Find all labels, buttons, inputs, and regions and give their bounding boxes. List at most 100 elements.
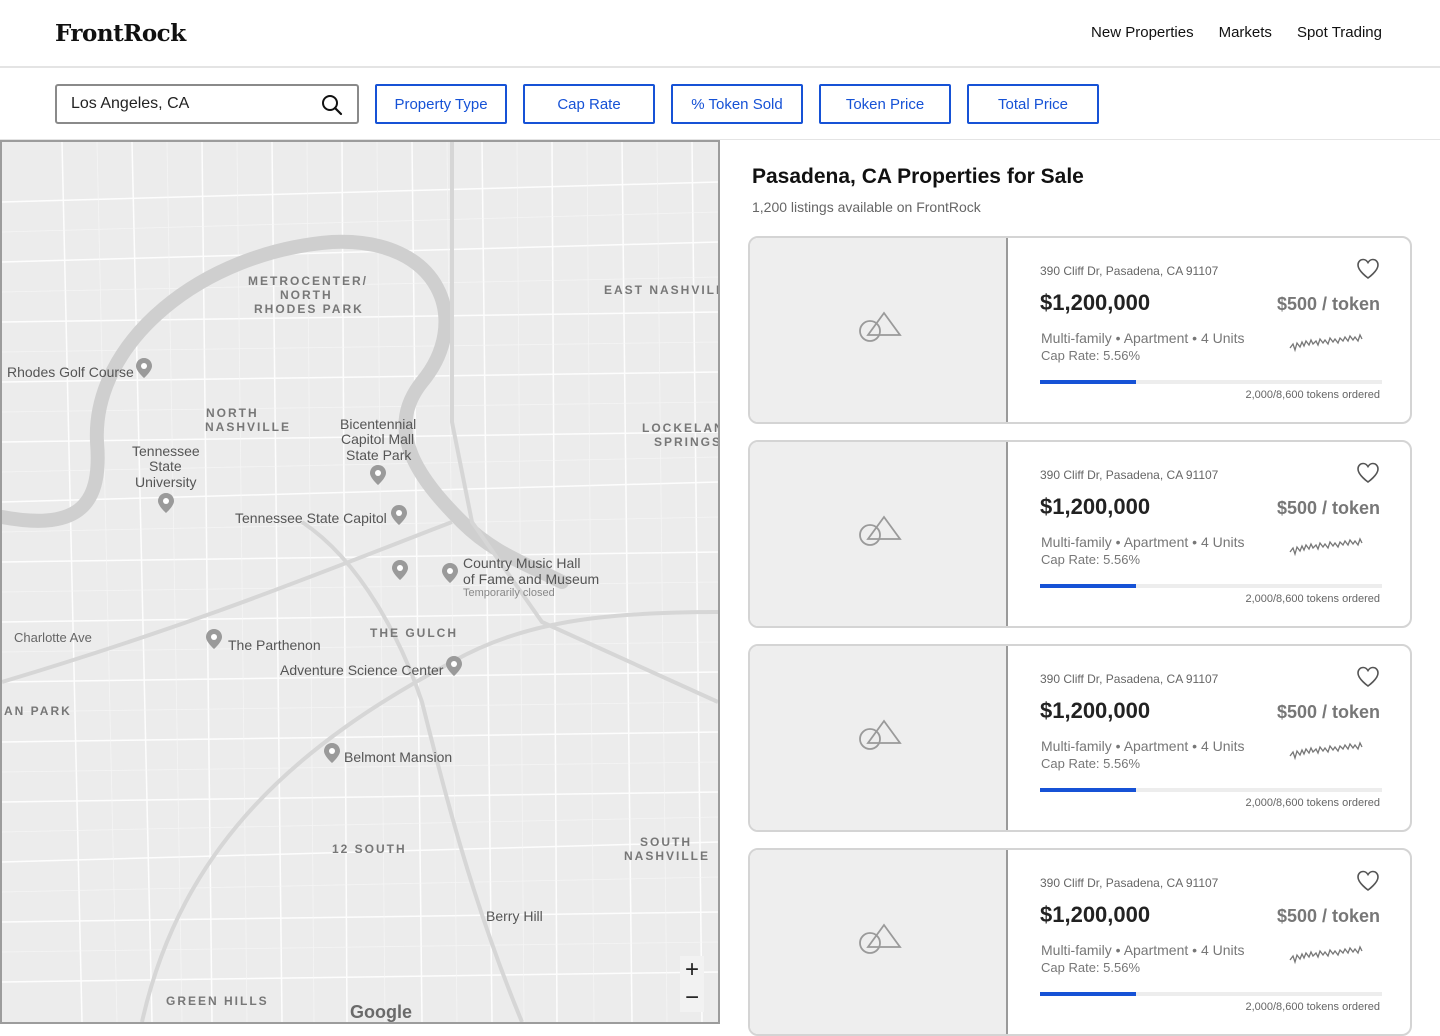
- map-view[interactable]: METROCENTER/ NORTH RHODES PARK NORTH NAS…: [0, 140, 720, 1024]
- listing-address: 390 Cliff Dr, Pasadena, CA 91107: [1040, 468, 1219, 482]
- heart-icon[interactable]: [1356, 666, 1380, 688]
- heart-icon[interactable]: [1356, 870, 1380, 892]
- heart-icon[interactable]: [1356, 258, 1380, 280]
- map-label-area: 12 SOUTH: [332, 842, 407, 856]
- nav-new-properties[interactable]: New Properties: [1091, 24, 1194, 41]
- map-poi[interactable]: Country Music Hall: [463, 555, 580, 571]
- filter-token-sold-button[interactable]: % Token Sold: [671, 84, 803, 124]
- map-poi[interactable]: Bicentennial: [340, 416, 416, 432]
- map-pin-icon[interactable]: [446, 656, 462, 676]
- map-poi[interactable]: Berry Hill: [486, 908, 543, 924]
- token-progress-bar: [1040, 788, 1382, 792]
- token-progress-bar: [1040, 380, 1382, 384]
- results-count: 1,200 listings available on FrontRock: [752, 199, 981, 215]
- map-poi[interactable]: of Fame and Museum: [463, 571, 599, 587]
- zoom-in-button[interactable]: +: [680, 956, 704, 984]
- listing-address: 390 Cliff Dr, Pasadena, CA 91107: [1040, 264, 1219, 278]
- listing-thumbnail[interactable]: [750, 646, 1008, 830]
- listing-meta: Multi-family • Apartment • 4 Units: [1041, 942, 1245, 958]
- image-placeholder-icon: [859, 311, 902, 342]
- map-poi[interactable]: Adventure Science Center: [280, 662, 443, 678]
- token-progress-fill: [1040, 992, 1136, 996]
- map-poi[interactable]: State Park: [346, 447, 411, 463]
- listing-thumbnail[interactable]: [750, 850, 1008, 1034]
- map-pin-icon[interactable]: [136, 358, 152, 378]
- map-poi[interactable]: The Parthenon: [228, 637, 321, 653]
- map-poi[interactable]: Capitol Mall: [341, 431, 414, 447]
- listing-token-price: $500 / token: [1276, 294, 1380, 314]
- map-pin-icon[interactable]: [158, 493, 174, 513]
- map-poi[interactable]: State: [149, 458, 182, 474]
- map-zoom-controls: + −: [680, 956, 704, 1012]
- sparkline-icon: [1289, 537, 1363, 557]
- map-street-label: Charlotte Ave: [14, 630, 92, 645]
- nav-spot-trading[interactable]: Spot Trading: [1297, 24, 1382, 41]
- listing-price: $1,200,000: [1040, 698, 1151, 723]
- map-label-area: EAST NASHVILL: [604, 283, 720, 297]
- listing-tokens-ordered: 2,000/8,600 tokens ordered: [1245, 797, 1380, 809]
- listing-thumbnail[interactable]: [750, 238, 1008, 422]
- listing-token-price: $500 / token: [1276, 702, 1380, 722]
- map-poi[interactable]: Tennessee State Capitol: [235, 510, 387, 526]
- filter-total-price-button[interactable]: Total Price: [967, 84, 1099, 124]
- listing-price: $1,200,000: [1040, 290, 1151, 315]
- listing-cap-rate: Cap Rate: 5.56%: [1041, 348, 1141, 363]
- map-attribution: Google: [350, 1002, 412, 1022]
- listing-card[interactable]: 390 Cliff Dr, Pasadena, CA 91107 $1,200,…: [748, 440, 1412, 628]
- image-placeholder-icon: [859, 923, 902, 954]
- listing-cap-rate: Cap Rate: 5.56%: [1041, 756, 1141, 771]
- logo[interactable]: FrontRock: [55, 20, 186, 47]
- sparkline-icon: [1289, 333, 1363, 353]
- map-poi[interactable]: Belmont Mansion: [344, 749, 452, 765]
- map-label-area: GREEN HILLS: [166, 994, 269, 1008]
- map-label-area: THE GULCH: [370, 626, 458, 640]
- map-pin-icon[interactable]: [370, 465, 386, 485]
- heart-icon[interactable]: [1356, 462, 1380, 484]
- map-label-area: SOUTH: [640, 835, 692, 849]
- listing-tokens-ordered: 2,000/8,600 tokens ordered: [1245, 1001, 1380, 1013]
- listing-tokens-ordered: 2,000/8,600 tokens ordered: [1245, 389, 1380, 401]
- search-icon[interactable]: [321, 94, 343, 116]
- listing-card[interactable]: 390 Cliff Dr, Pasadena, CA 91107 $1,200,…: [748, 848, 1412, 1036]
- filter-bar: Property Type Cap Rate % Token Sold Toke…: [0, 68, 1440, 140]
- map-poi[interactable]: Rhodes Golf Course: [7, 364, 134, 380]
- token-progress-fill: [1040, 788, 1136, 792]
- listing-card[interactable]: 390 Cliff Dr, Pasadena, CA 91107 $1,200,…: [748, 236, 1412, 424]
- map-pin-icon[interactable]: [442, 563, 458, 583]
- image-placeholder-icon: [859, 719, 902, 750]
- location-search-input[interactable]: [71, 93, 311, 115]
- map-poi-note: Temporarily closed: [463, 587, 555, 599]
- nav-markets[interactable]: Markets: [1219, 24, 1272, 41]
- listing-thumbnail[interactable]: [750, 442, 1008, 626]
- listing-price: $1,200,000: [1040, 902, 1151, 927]
- listing-meta: Multi-family • Apartment • 4 Units: [1041, 738, 1245, 754]
- results-title: Pasadena, CA Properties for Sale: [752, 165, 1084, 188]
- map-pin-icon[interactable]: [324, 743, 340, 763]
- map-pin-icon[interactable]: [391, 505, 407, 525]
- map-pin-icon[interactable]: [206, 629, 222, 649]
- location-search: [55, 84, 359, 124]
- listing-price: $1,200,000: [1040, 494, 1151, 519]
- filter-property-type-button[interactable]: Property Type: [375, 84, 507, 124]
- listing-card[interactable]: 390 Cliff Dr, Pasadena, CA 91107 $1,200,…: [748, 644, 1412, 832]
- listing-address: 390 Cliff Dr, Pasadena, CA 91107: [1040, 876, 1219, 890]
- filter-cap-rate-button[interactable]: Cap Rate: [523, 84, 655, 124]
- map-pin-icon[interactable]: [392, 560, 408, 580]
- map-label-area: METROCENTER/: [248, 274, 368, 288]
- main-nav: New Properties Markets Spot Trading: [1091, 24, 1382, 41]
- filter-token-price-button[interactable]: Token Price: [819, 84, 951, 124]
- listing-address: 390 Cliff Dr, Pasadena, CA 91107: [1040, 672, 1219, 686]
- listing-meta: Multi-family • Apartment • 4 Units: [1041, 330, 1245, 346]
- map-label-area: NASHVILLE: [205, 420, 292, 434]
- sparkline-icon: [1289, 945, 1363, 965]
- token-progress-fill: [1040, 380, 1136, 384]
- listing-cap-rate: Cap Rate: 5.56%: [1041, 960, 1141, 975]
- map-label-area: RHODES PARK: [254, 302, 364, 316]
- listing-meta: Multi-family • Apartment • 4 Units: [1041, 534, 1245, 550]
- listing-tokens-ordered: 2,000/8,600 tokens ordered: [1245, 593, 1380, 605]
- zoom-out-button[interactable]: −: [680, 984, 704, 1012]
- sparkline-icon: [1289, 741, 1363, 761]
- top-header: FrontRock New Properties Markets Spot Tr…: [0, 0, 1440, 68]
- map-poi[interactable]: University: [135, 474, 196, 490]
- map-poi[interactable]: Tennessee: [132, 443, 200, 459]
